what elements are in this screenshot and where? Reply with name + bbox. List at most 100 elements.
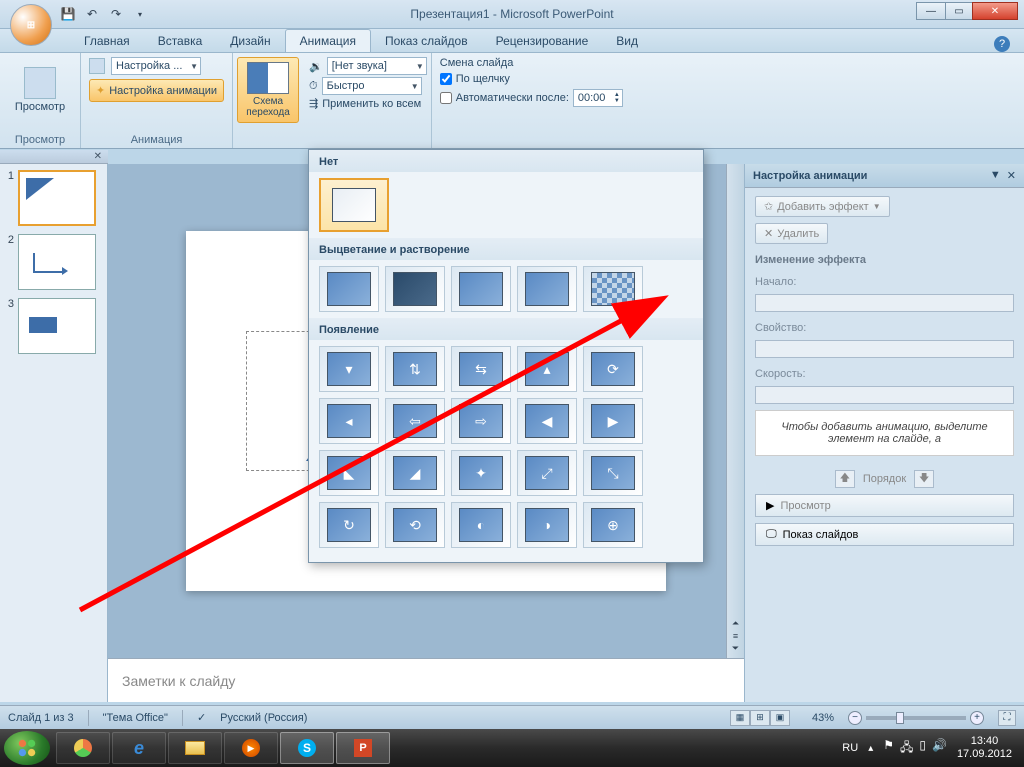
taskbar-powerpoint[interactable]: P — [336, 732, 390, 764]
pane-dropdown-icon[interactable]: ▼ — [990, 169, 1001, 182]
taskbar-ie[interactable]: e — [112, 732, 166, 764]
close-button[interactable]: ✕ — [972, 2, 1018, 20]
transition-item[interactable]: ◀ — [517, 398, 577, 444]
slideshow-button[interactable]: 🖵 Показ слайдов — [755, 523, 1014, 546]
transition-sound-combo[interactable]: [Нет звука]▼ — [327, 57, 427, 75]
property-combo[interactable] — [755, 340, 1014, 358]
zoom-out-button[interactable]: − — [848, 711, 862, 725]
speed-combo[interactable] — [755, 386, 1014, 404]
prev-slide-icon[interactable]: ⏶ — [732, 618, 739, 629]
transition-item[interactable]: ⤢ — [517, 450, 577, 496]
taskbar-mediaplayer[interactable]: ▶ — [224, 732, 278, 764]
tray-network-icon[interactable]: 🖧 — [900, 738, 913, 759]
tab-view[interactable]: Вид — [602, 30, 652, 52]
tray-battery-icon[interactable]: ▯ — [919, 738, 926, 759]
taskbar-explorer[interactable] — [168, 732, 222, 764]
pane-close-icon[interactable]: ✕ — [1007, 169, 1016, 182]
transition-item[interactable]: ↻ — [319, 502, 379, 548]
maximize-button[interactable]: ▭ — [945, 2, 973, 20]
zoom-in-button[interactable]: + — [970, 711, 984, 725]
minimize-button[interactable]: — — [916, 2, 946, 20]
tab-review[interactable]: Рецензирование — [482, 30, 603, 52]
redo-icon[interactable]: ↷ — [108, 6, 124, 22]
slideshow-view-button[interactable]: ▣ — [770, 710, 790, 726]
tray-flag-icon[interactable]: ⚑ — [883, 738, 894, 759]
transition-item[interactable]: ⇨ — [451, 398, 511, 444]
transition-none[interactable] — [319, 178, 389, 232]
transition-item[interactable]: ⇆ — [451, 346, 511, 392]
tab-insert[interactable]: Вставка — [144, 30, 217, 52]
transition-fade-1[interactable] — [319, 266, 379, 312]
transition-item[interactable]: ⤡ — [583, 450, 643, 496]
animate-combo[interactable]: Настройка ... ▼ — [111, 57, 201, 75]
transition-item[interactable]: ⊕ — [583, 502, 643, 548]
save-icon[interactable]: 💾 — [60, 6, 76, 22]
preview-button[interactable]: ▶ Просмотр — [755, 494, 1014, 517]
notes-pane[interactable]: Заметки к слайду — [108, 658, 744, 702]
tab-slideshow[interactable]: Показ слайдов — [371, 30, 482, 52]
transition-fade-2[interactable] — [385, 266, 445, 312]
on-click-checkbox[interactable]: По щелчку — [440, 73, 510, 85]
fit-to-window-button[interactable]: ⛶ — [998, 710, 1016, 726]
tray-volume-icon[interactable]: 🔊 — [932, 738, 947, 759]
transition-item[interactable]: ◑ — [517, 502, 577, 548]
office-button[interactable]: ⊞ — [10, 4, 52, 46]
auto-after-input[interactable] — [440, 92, 452, 104]
spellcheck-icon[interactable]: ✓ — [197, 711, 206, 724]
transition-fade-4[interactable] — [517, 266, 577, 312]
custom-animation-button[interactable]: ✦ Настройка анимации — [89, 79, 224, 102]
spin-down-icon[interactable]: ▼ — [614, 98, 620, 104]
transition-item[interactable]: ⟲ — [385, 502, 445, 548]
transition-item[interactable]: ◐ — [451, 502, 511, 548]
add-effect-button[interactable]: ✩ Добавить эффект ▼ — [755, 196, 890, 217]
reorder-up-button[interactable]: 🡅 — [835, 470, 855, 488]
zoom-value[interactable]: 43% — [812, 712, 834, 724]
qat-dropdown-icon[interactable]: ▾ — [132, 6, 148, 22]
slide-thumb-3[interactable]: 3 — [4, 298, 103, 354]
auto-after-checkbox[interactable]: Автоматически после: 00:00 ▲▼ — [440, 89, 623, 107]
tray-language[interactable]: RU — [842, 742, 858, 754]
transition-item[interactable]: ▴ — [517, 346, 577, 392]
status-language[interactable]: Русский (Россия) — [220, 712, 307, 724]
transition-item[interactable]: ▾ — [319, 346, 379, 392]
tray-show-hidden-icon[interactable]: ▴ — [868, 743, 873, 754]
start-combo[interactable] — [755, 294, 1014, 312]
start-button[interactable] — [4, 731, 50, 765]
close-pane-icon[interactable]: ✕ — [94, 151, 102, 162]
tab-animation[interactable]: Анимация — [285, 29, 371, 52]
transition-item[interactable]: ✦ — [451, 450, 511, 496]
tab-design[interactable]: Дизайн — [216, 30, 284, 52]
taskbar-chrome[interactable] — [56, 732, 110, 764]
transition-item[interactable]: ⟳ — [583, 346, 643, 392]
zoom-track[interactable] — [866, 716, 966, 720]
on-click-input[interactable] — [440, 73, 452, 85]
transition-item[interactable]: ◢ — [385, 450, 445, 496]
auto-time-spinner[interactable]: 00:00 ▲▼ — [573, 89, 623, 107]
sorter-view-button[interactable]: ⊞ — [750, 710, 770, 726]
zoom-thumb[interactable] — [896, 712, 904, 724]
transition-item[interactable]: ◂ — [319, 398, 379, 444]
tray-clock[interactable]: 13:40 17.09.2012 — [957, 735, 1012, 761]
transition-item[interactable]: ⇦ — [385, 398, 445, 444]
undo-icon[interactable]: ↶ — [84, 6, 100, 22]
transition-dissolve[interactable] — [583, 266, 643, 312]
help-icon[interactable]: ? — [994, 36, 1010, 52]
vertical-scrollbar[interactable]: ⏶ ≡ ⏷ — [726, 164, 744, 658]
transition-item[interactable]: ◣ — [319, 450, 379, 496]
normal-view-button[interactable]: ▦ — [730, 710, 750, 726]
zoom-slider[interactable]: − + — [848, 711, 984, 725]
transition-scheme-button[interactable]: Схема перехода — [237, 57, 299, 123]
transition-item[interactable]: ▶ — [583, 398, 643, 444]
apply-all-button[interactable]: Применить ко всем — [322, 98, 421, 110]
tab-home[interactable]: Главная — [70, 30, 144, 52]
remove-effect-button[interactable]: ✕ Удалить — [755, 223, 828, 244]
slide-thumb-1[interactable]: 1 — [4, 170, 103, 226]
nav-icon[interactable]: ≡ — [733, 631, 738, 641]
reorder-down-button[interactable]: 🡇 — [914, 470, 934, 488]
taskbar-skype[interactable]: S — [280, 732, 334, 764]
transition-fade-3[interactable] — [451, 266, 511, 312]
transition-item[interactable]: ⇅ — [385, 346, 445, 392]
next-slide-icon[interactable]: ⏷ — [732, 643, 739, 654]
slide-thumb-2[interactable]: 2 — [4, 234, 103, 290]
preview-button[interactable]: Просмотр — [8, 57, 72, 123]
